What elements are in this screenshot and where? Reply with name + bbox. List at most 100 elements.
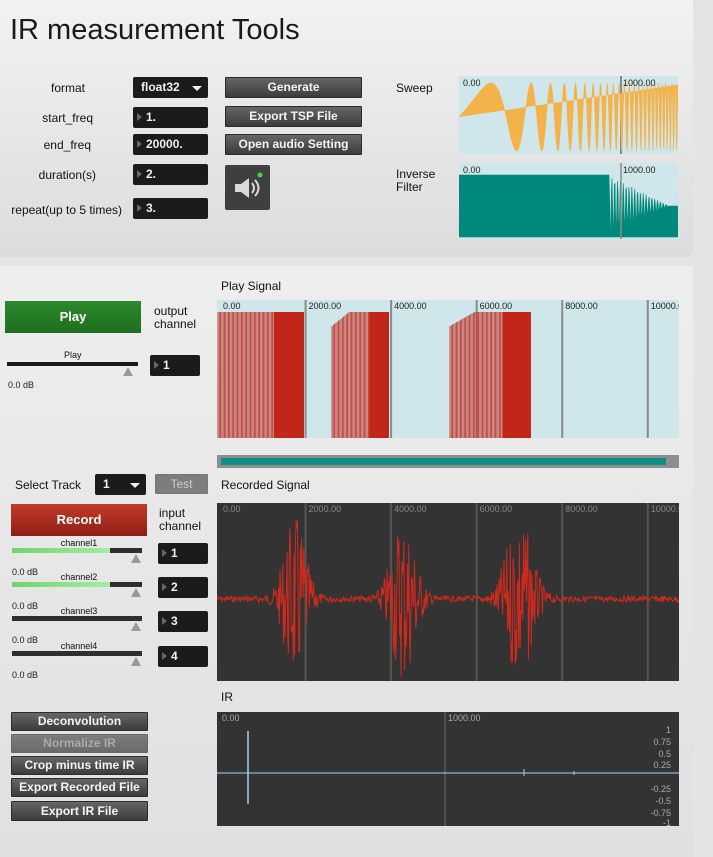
tick-label: 6000.00 [480,504,513,514]
sweep-display: 0.00 1000.00 [459,76,678,154]
channel-gain-thumb[interactable] [131,622,141,631]
normalize-ir-button[interactable]: Normalize IR [11,734,148,753]
input-channel-field[interactable]: 4 [158,646,208,667]
duration-label: duration(s) [38,168,96,182]
channel-name: channel3 [60,606,98,616]
test-button[interactable]: Test [155,474,208,494]
ir-y-tick: 0.5 [658,749,671,759]
play-button[interactable]: Play [5,301,141,333]
ir-y-tick: 1 [666,725,671,735]
channel-meter [12,582,142,587]
output-channel-field[interactable]: 1 [150,355,200,376]
speaker-icon [235,172,263,198]
channel-meter [12,651,142,656]
format-value: float32 [141,80,180,94]
deconvolution-button[interactable]: Deconvolution [11,712,148,731]
export-recorded-button[interactable]: Export Recorded File [11,778,148,797]
channel-meter [12,548,142,553]
record-button[interactable]: Record [11,504,147,536]
chevron-down-icon [192,86,202,91]
tick-label: 0.00 [223,301,241,311]
select-track-dropdown[interactable]: 1 [95,474,146,495]
play-signal-waveform [217,312,531,438]
page-title: IR measurement Tools [10,14,300,46]
play-gain-label: Play [64,350,82,360]
tick-label: 8000.00 [565,504,598,514]
input-channel-field[interactable]: 1 [158,543,208,564]
format-label: format [50,81,85,95]
export-ir-button[interactable]: Export IR File [11,801,148,821]
inverse-filter-label: Inverse Filter [396,167,436,194]
channel-name: channel2 [60,572,98,582]
ir-y-tick: 0.25 [653,760,671,770]
ir-bg [217,712,679,826]
recorded-signal-label: Recorded Signal [221,478,310,492]
sweep-tick-1: 1000.00 [623,78,656,88]
export-tsp-button[interactable]: Export TSP File [225,106,362,127]
play-gain-slider[interactable] [7,362,138,366]
sweep-tick-0: 0.00 [463,78,481,88]
input-channel-label: input channel [159,506,202,533]
ir-tick-0: 0.00 [222,713,240,723]
inverse-tick-0: 0.00 [463,165,481,175]
ir-y-tick: -0.75 [650,808,671,818]
tick-label: 6000.00 [480,301,513,311]
channel-name: channel1 [60,538,98,548]
play-burst-block [502,312,531,438]
tick-label: 10000.00 [651,301,679,311]
ir-y-tick: -1 [663,818,671,826]
channel-meter [12,616,142,621]
recorded-signal-display: 0.00 2000.00 4000.00 6000.00 8000.00 10000.00 [217,503,679,681]
start-freq-label: start_freq [42,111,93,125]
input-channel-field[interactable]: 2 [158,577,208,598]
play-burst-block [369,312,389,438]
play-burst-block [273,312,304,438]
channel-meter-fill [12,548,110,553]
repeat-label: repeat(up to 5 times) [11,203,122,217]
play-signal-display: 0.00 2000.00 4000.00 6000.00 8000.00 10000.00 [217,300,679,438]
play-signal-label: Play Signal [221,279,282,293]
channel-gain-thumb[interactable] [131,554,141,563]
tick-label: 2000.00 [309,504,342,514]
tick-label: 10000.00 [651,504,679,514]
play-burst-lines [449,312,503,438]
inverse-tick-1: 1000.00 [623,165,656,175]
crop-minus-time-button[interactable]: Crop minus time IR [11,756,148,775]
ir-y-tick: -0.25 [650,784,671,794]
tick-label: 4000.00 [394,301,427,311]
open-audio-setting-button[interactable]: Open audio Setting [225,134,362,155]
format-dropdown[interactable]: float32 [133,77,208,98]
channel-name: channel4 [60,641,98,651]
ir-label: IR [221,690,233,704]
ir-display: 0.00 1000.00 1 0.75 0.50.25 -0.25 -0.5 -0.75-… [217,712,679,826]
ir-y-tick: 0.75 [653,737,671,747]
play-progress-fill [221,458,666,465]
repeat-field[interactable]: 3. [133,198,208,219]
end-freq-label: end_freq [43,138,91,152]
input-channel-field[interactable]: 3 [158,611,208,632]
audio-toggle-button[interactable] [225,165,270,210]
end-freq-field[interactable]: 20000. [133,134,208,155]
channel-gain-thumb[interactable] [131,657,141,666]
select-track-label: Select Track [15,478,82,492]
tick-label: 2000.00 [309,301,342,311]
select-track-value: 1 [103,477,110,491]
channel-gain-thumb[interactable] [131,588,141,597]
play-gain-value: 0.0 dB [8,380,35,390]
start-freq-field[interactable]: 1. [133,107,208,128]
output-channel-label: output channel [154,304,197,331]
ir-tick-1: 1000.00 [448,713,481,723]
channel-gain-value: 0.0 dB [12,670,39,680]
tick-label: 8000.00 [565,301,598,311]
tick-label: 0.00 [223,504,241,514]
play-burst-lines [331,312,369,438]
play-progress-bar [217,455,679,468]
sweep-label: Sweep [396,81,433,95]
duration-field[interactable]: 2. [133,164,208,185]
ir-y-tick: -0.5 [655,796,671,806]
play-gain-thumb[interactable] [123,367,133,376]
generate-button[interactable]: Generate [225,77,362,98]
chevron-down-icon [130,483,140,488]
channel-meter-fill [12,582,110,587]
inverse-filter-display: 0.00 1000.00 [459,163,678,239]
